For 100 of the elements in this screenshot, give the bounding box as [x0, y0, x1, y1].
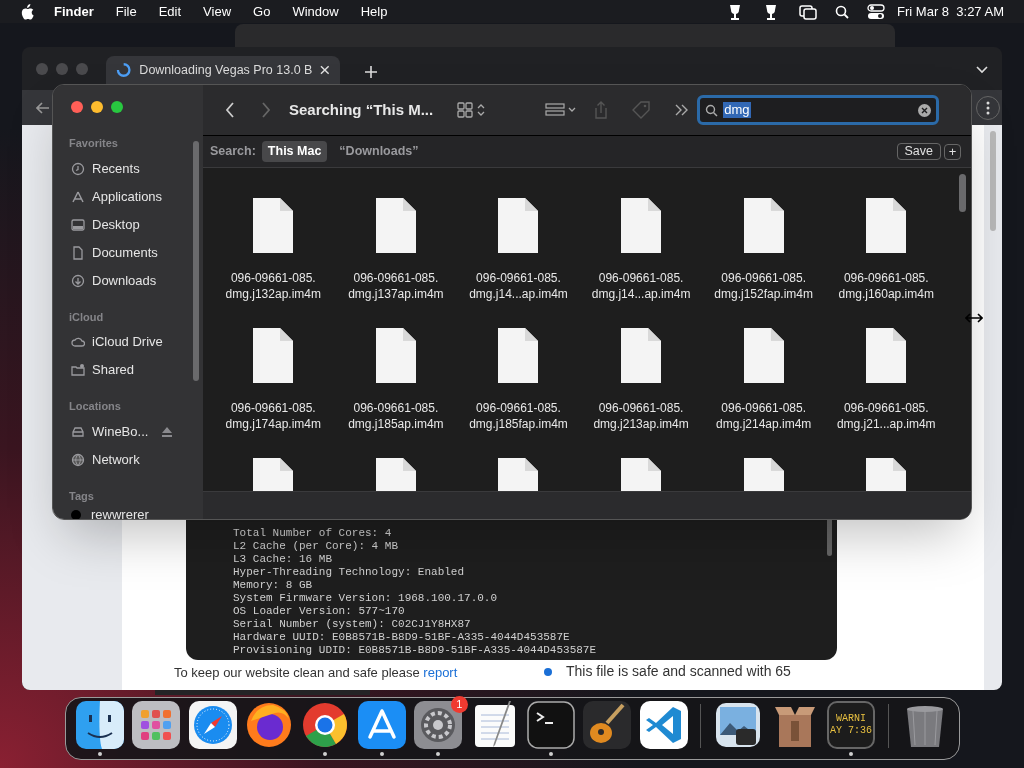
- sidebar-item[interactable]: Network: [61, 445, 195, 474]
- sidebar-item[interactable]: Recents: [61, 154, 195, 183]
- document-icon[interactable]: [865, 457, 908, 491]
- document-icon[interactable]: [742, 327, 785, 384]
- app-grid-icon[interactable]: [132, 701, 181, 749]
- resize-cursor-icon: [965, 313, 983, 323]
- document-icon[interactable]: [252, 327, 295, 384]
- close-icon[interactable]: [320, 65, 330, 75]
- sidebar-item[interactable]: Applications: [61, 182, 195, 211]
- sidebar-heading: Favorites: [68, 136, 119, 151]
- terminal-icon[interactable]: [526, 701, 575, 749]
- photo-viewer-icon[interactable]: [714, 701, 763, 749]
- app-menu[interactable]: Finder: [54, 1, 94, 22]
- clock-icon: [71, 161, 85, 176]
- terminal-line: Memory: 8 GB: [233, 579, 314, 592]
- document-icon[interactable]: [865, 197, 908, 254]
- document-icon[interactable]: [497, 197, 540, 254]
- menu-item[interactable]: File: [115, 1, 137, 22]
- scrollbar-thumb[interactable]: [193, 141, 199, 381]
- file-name[interactable]: 096-09661-085. dmg.j132ap.im4m: [225, 270, 321, 302]
- sidebar-item[interactable]: rewwrerer: [61, 507, 195, 519]
- sidebar-heading: iCloud: [68, 309, 105, 325]
- menu-item[interactable]: Edit: [158, 1, 182, 22]
- document-icon[interactable]: [620, 457, 663, 491]
- tab-title: Downloading Vegas Pro 13.0 B: [139, 61, 313, 79]
- sidebar-item[interactable]: WineBo...: [61, 417, 195, 446]
- document-icon[interactable]: [865, 327, 908, 384]
- back-icon[interactable]: [225, 102, 235, 118]
- file-name[interactable]: 096-09661-085. dmg.j174ap.im4m: [225, 400, 321, 432]
- menu-item[interactable]: View: [203, 1, 232, 22]
- file-name[interactable]: 096-09661-085. dmg.j152fap.im4m: [714, 270, 814, 302]
- file-name[interactable]: 096-09661-085. dmg.j160ap.im4m: [838, 270, 934, 302]
- new-tab-icon[interactable]: [364, 64, 378, 79]
- sidebar-item[interactable]: Desktop: [61, 210, 195, 239]
- cloud-icon: [71, 335, 85, 349]
- document-icon[interactable]: [497, 327, 540, 384]
- menu-clock[interactable]: Fri Mar 8 3:27 AM: [897, 1, 1004, 22]
- group-icon[interactable]: [545, 103, 578, 117]
- save-button[interactable]: Save: [896, 143, 941, 160]
- document-icon[interactable]: [252, 457, 295, 491]
- browser-tab[interactable]: Downloading Vegas Pro 13.0 B: [106, 56, 340, 84]
- apple-icon[interactable]: [20, 3, 34, 20]
- document-icon[interactable]: [620, 327, 663, 384]
- console-icon[interactable]: WARNI AY 7:36: [826, 701, 875, 749]
- screens-icon[interactable]: [799, 3, 818, 20]
- report-link[interactable]: report: [423, 665, 458, 680]
- app-store-icon[interactable]: [357, 701, 406, 749]
- search-field[interactable]: dmg: [697, 95, 940, 125]
- forward-icon[interactable]: [261, 102, 271, 118]
- file-name[interactable]: 096-09661-085. dmg.j185ap.im4m: [348, 400, 444, 432]
- document-icon[interactable]: [620, 197, 663, 254]
- smiling-face-app-icon[interactable]: [75, 701, 124, 749]
- document-icon[interactable]: [374, 197, 417, 254]
- document-icon[interactable]: [742, 457, 785, 491]
- back-icon[interactable]: [36, 101, 50, 114]
- search-icon[interactable]: [835, 4, 850, 19]
- sidebar-heading: Locations: [68, 399, 122, 414]
- document-icon[interactable]: [374, 327, 417, 384]
- clear-icon[interactable]: [918, 103, 932, 117]
- file-name[interactable]: 096-09661-085. dmg.j14...ap.im4m: [469, 270, 568, 302]
- sidebar-item[interactable]: iCloud Drive: [61, 328, 195, 356]
- code-editor-icon[interactable]: [639, 701, 688, 749]
- add-button[interactable]: +: [944, 143, 961, 160]
- sidebar-item[interactable]: Downloads: [61, 266, 195, 295]
- chevron-down-icon[interactable]: [976, 65, 988, 74]
- guitar-icon[interactable]: [583, 701, 632, 749]
- document-icon[interactable]: [252, 197, 295, 254]
- browser-wheel-icon[interactable]: [301, 701, 350, 749]
- gear-icon[interactable]: [414, 701, 463, 749]
- terminal-line: L3 Cache: 16 MB: [233, 553, 334, 566]
- scrollbar-thumb[interactable]: [959, 174, 966, 212]
- more-icon[interactable]: [675, 104, 690, 116]
- sidebar-item[interactable]: Documents: [61, 238, 195, 267]
- file-name[interactable]: 096-09661-085. dmg.j21...ap.im4m: [836, 400, 936, 432]
- close-button[interactable]: [71, 101, 83, 113]
- file-name[interactable]: 096-09661-085. dmg.j214ap.im4m: [715, 400, 812, 432]
- spinner-icon: [116, 62, 132, 78]
- document-icon[interactable]: [497, 457, 540, 491]
- minimize-button[interactable]: [91, 101, 103, 113]
- scrollbar-thumb[interactable]: [990, 131, 996, 231]
- menu-item[interactable]: Help: [360, 1, 388, 22]
- window-title: Searching “This M...: [289, 99, 434, 120]
- compass-icon[interactable]: [188, 701, 237, 749]
- fox-globe-icon[interactable]: [244, 701, 293, 749]
- document-icon[interactable]: [742, 197, 785, 254]
- document-icon[interactable]: [374, 457, 417, 491]
- file-name[interactable]: 096-09661-085. dmg.j137ap.im4m: [348, 270, 444, 302]
- file-name[interactable]: 096-09661-085. dmg.j14...ap.im4m: [591, 270, 691, 302]
- file-name[interactable]: 096-09661-085. dmg.j185fap.im4m: [469, 400, 568, 432]
- document-icon: [71, 245, 85, 260]
- menu-item[interactable]: Go: [253, 1, 271, 22]
- zoom-button[interactable]: [111, 101, 123, 113]
- eject-icon[interactable]: [161, 426, 174, 437]
- sidebar-item[interactable]: Shared: [61, 356, 195, 384]
- file-name[interactable]: 096-09661-085. dmg.j213ap.im4m: [593, 400, 689, 432]
- menu-item[interactable]: Window: [292, 1, 339, 22]
- scope-tab[interactable]: “Downloads”: [333, 141, 425, 162]
- control-center-icon[interactable]: [867, 3, 886, 20]
- desktop-icon: [71, 217, 85, 232]
- scope-tab[interactable]: This Mac: [261, 141, 328, 162]
